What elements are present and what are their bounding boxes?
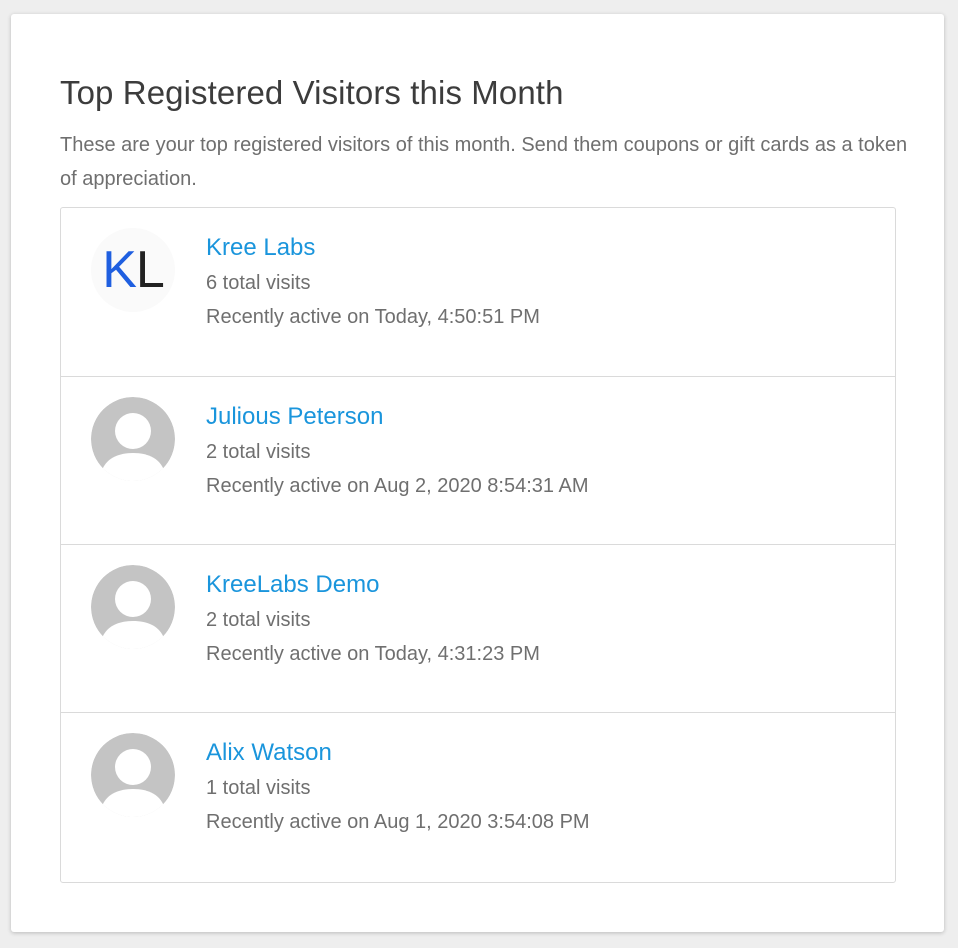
visitor-visit-count: 6 total visits: [206, 272, 311, 294]
visitor-list: KL Kree Labs 6 total visits Recently act…: [60, 207, 896, 883]
panel-description: These are your top registered visitors o…: [60, 134, 908, 190]
visitor-name-link[interactable]: Julious Peterson: [206, 403, 383, 431]
visitor-row: KreeLabs Demo 2 total visits Recently ac…: [61, 544, 895, 712]
visitor-visit-count: 2 total visits: [206, 441, 311, 463]
visitor-name-link[interactable]: KreeLabs Demo: [206, 571, 379, 599]
visitor-last-active: Recently active on Today, 4:50:51 PM: [206, 306, 540, 328]
visitor-last-active: Recently active on Today, 4:31:23 PM: [206, 643, 540, 665]
user-silhouette-icon: [91, 397, 175, 481]
visitor-row: KL Kree Labs 6 total visits Recently act…: [61, 208, 895, 376]
panel-title: Top Registered Visitors this Month: [60, 74, 564, 111]
visitor-name-link[interactable]: Kree Labs: [206, 234, 315, 262]
logo-letter-l: L: [135, 241, 165, 299]
visitor-last-active: Recently active on Aug 2, 2020 8:54:31 A…: [206, 475, 589, 497]
visitor-last-active: Recently active on Aug 1, 2020 3:54:08 P…: [206, 811, 590, 833]
logo-letter-k: K: [102, 241, 137, 299]
user-silhouette-icon: [91, 733, 175, 817]
visitor-visit-count: 1 total visits: [206, 777, 311, 799]
visitor-row: Julious Peterson 2 total visits Recently…: [61, 376, 895, 544]
top-visitors-card: Top Registered Visitors this Month These…: [11, 14, 944, 932]
user-silhouette-icon: [91, 565, 175, 649]
visitor-row: Alix Watson 1 total visits Recently acti…: [61, 712, 895, 880]
visitor-visit-count: 2 total visits: [206, 609, 311, 631]
visitor-name-link[interactable]: Alix Watson: [206, 739, 332, 767]
company-logo-avatar: KL: [91, 228, 175, 312]
